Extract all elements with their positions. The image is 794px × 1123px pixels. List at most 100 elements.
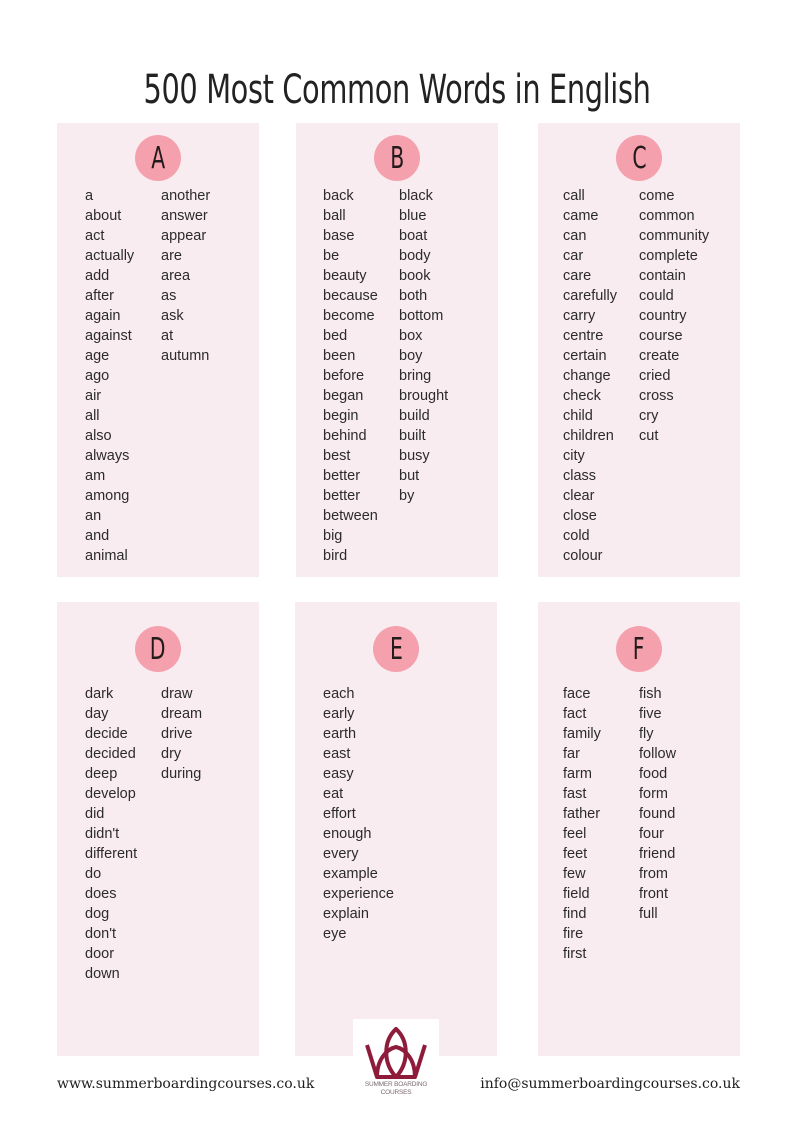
word-item: am (85, 468, 106, 484)
word-item: car (563, 248, 584, 264)
word-item: children (563, 428, 614, 444)
word-item: clear (563, 488, 595, 504)
word-item: among (85, 488, 130, 504)
word-item: face (563, 686, 591, 702)
word-item: black (399, 188, 433, 204)
word-item: contain (639, 268, 686, 284)
word-item: at (161, 328, 174, 344)
word-column: back ball base be beauty because become bed been… (323, 186, 399, 566)
word-item: back (323, 188, 354, 204)
word-item: could (639, 288, 674, 304)
word-item: decide (85, 726, 128, 742)
word-item: beauty (323, 268, 367, 284)
word-item: do (85, 866, 102, 882)
word-column: face fact family far farm fast father feel feet f… (563, 684, 639, 964)
word-list: back ball base be beauty because become bed been… (323, 186, 475, 566)
word-item: bird (323, 548, 348, 564)
word-item: from (639, 866, 668, 882)
word-item: be (323, 248, 340, 264)
word-item: eat (323, 786, 344, 802)
word-item: came (563, 208, 599, 224)
word-item: full (639, 906, 658, 922)
word-item: early (323, 706, 355, 722)
letter-badge: A (135, 135, 181, 181)
word-item: each (323, 686, 355, 702)
word-item: and (85, 528, 110, 544)
word-list: dark day decide decided deep develop did didn't… (85, 684, 237, 984)
word-item: course (639, 328, 683, 344)
word-item: class (563, 468, 597, 484)
word-item: family (563, 726, 601, 742)
word-column: each early earth east easy eat effort enough eve… (323, 684, 399, 944)
letter-badge: E (373, 626, 419, 672)
word-item: dry (161, 746, 182, 762)
page-title: 500 Most Common Words in English (143, 66, 651, 113)
section-panel-b: Bback ball base be beauty because become bed bee… (296, 123, 498, 577)
word-item: big (323, 528, 343, 544)
website-link[interactable]: www.summerboardingcourses.co.uk (57, 1076, 314, 1092)
word-item: fact (563, 706, 587, 722)
word-item: can (563, 228, 587, 244)
letter-label: D (150, 631, 166, 667)
word-item: didn't (85, 826, 120, 842)
lotus-crown-icon (365, 1027, 427, 1079)
word-item: book (399, 268, 431, 284)
word-item: day (85, 706, 109, 722)
word-item: dark (85, 686, 114, 702)
word-item: cut (639, 428, 659, 444)
word-item: better (323, 488, 361, 504)
word-item: build (399, 408, 430, 424)
word-item: centre (563, 328, 604, 344)
logo-text-line2: COURSES (380, 1089, 412, 1096)
word-item: bring (399, 368, 432, 384)
word-item: better (323, 468, 361, 484)
word-item: follow (639, 746, 677, 762)
word-item: air (85, 388, 102, 404)
word-item: autumn (161, 348, 210, 364)
letter-label: F (633, 631, 645, 667)
word-item: bed (323, 328, 348, 344)
word-item: country (639, 308, 687, 324)
letter-badge: D (135, 626, 181, 672)
word-item: don't (85, 926, 116, 942)
word-item: because (323, 288, 378, 304)
word-item: another (161, 188, 211, 204)
word-item: different (85, 846, 138, 862)
word-column: another answer appear are area as ask at autumn (161, 186, 237, 566)
word-item: body (399, 248, 431, 264)
email-link[interactable]: info@summerboardingcourses.co.uk (480, 1076, 740, 1092)
word-item: fly (639, 726, 654, 742)
letter-label: E (389, 631, 403, 667)
word-item: cross (639, 388, 674, 404)
word-column: dark day decide decided deep develop did didn't… (85, 684, 161, 984)
logo-text-line1: SUMMER BOARDING (364, 1081, 428, 1088)
word-item: been (323, 348, 356, 364)
word-item: a (85, 188, 94, 204)
word-item: begin (323, 408, 359, 424)
word-item: all (85, 408, 100, 424)
word-item: field (563, 886, 590, 902)
word-column: fish five fly follow food form found four friend… (639, 684, 715, 964)
word-item: fish (639, 686, 662, 702)
word-item: answer (161, 208, 208, 224)
letter-badge: B (374, 135, 420, 181)
word-column: come common community complete contain could c… (639, 186, 715, 566)
logo: SUMMER BOARDING COURSES (353, 1019, 439, 1105)
word-list: call came can car care carefully carry centre ce… (563, 186, 715, 566)
word-column: call came can car care carefully carry centre ce… (563, 186, 639, 566)
word-item: first (563, 946, 587, 962)
word-item: area (161, 268, 191, 284)
word-item: develop (85, 786, 136, 802)
word-item: cold (563, 528, 590, 544)
word-item: door (85, 946, 115, 962)
word-item: both (399, 288, 428, 304)
section-panel-e: Eeach early earth east easy eat effort enough ev… (295, 602, 497, 1056)
word-item: city (563, 448, 585, 464)
word-list: a about act actually add after again against age… (85, 186, 237, 566)
word-item: food (639, 766, 668, 782)
word-item: check (563, 388, 601, 404)
word-item: example (323, 866, 378, 882)
word-item: complete (639, 248, 698, 264)
word-item: enough (323, 826, 372, 842)
section-panel-f: Fface fact family far farm fast father feel feet… (538, 602, 740, 1056)
